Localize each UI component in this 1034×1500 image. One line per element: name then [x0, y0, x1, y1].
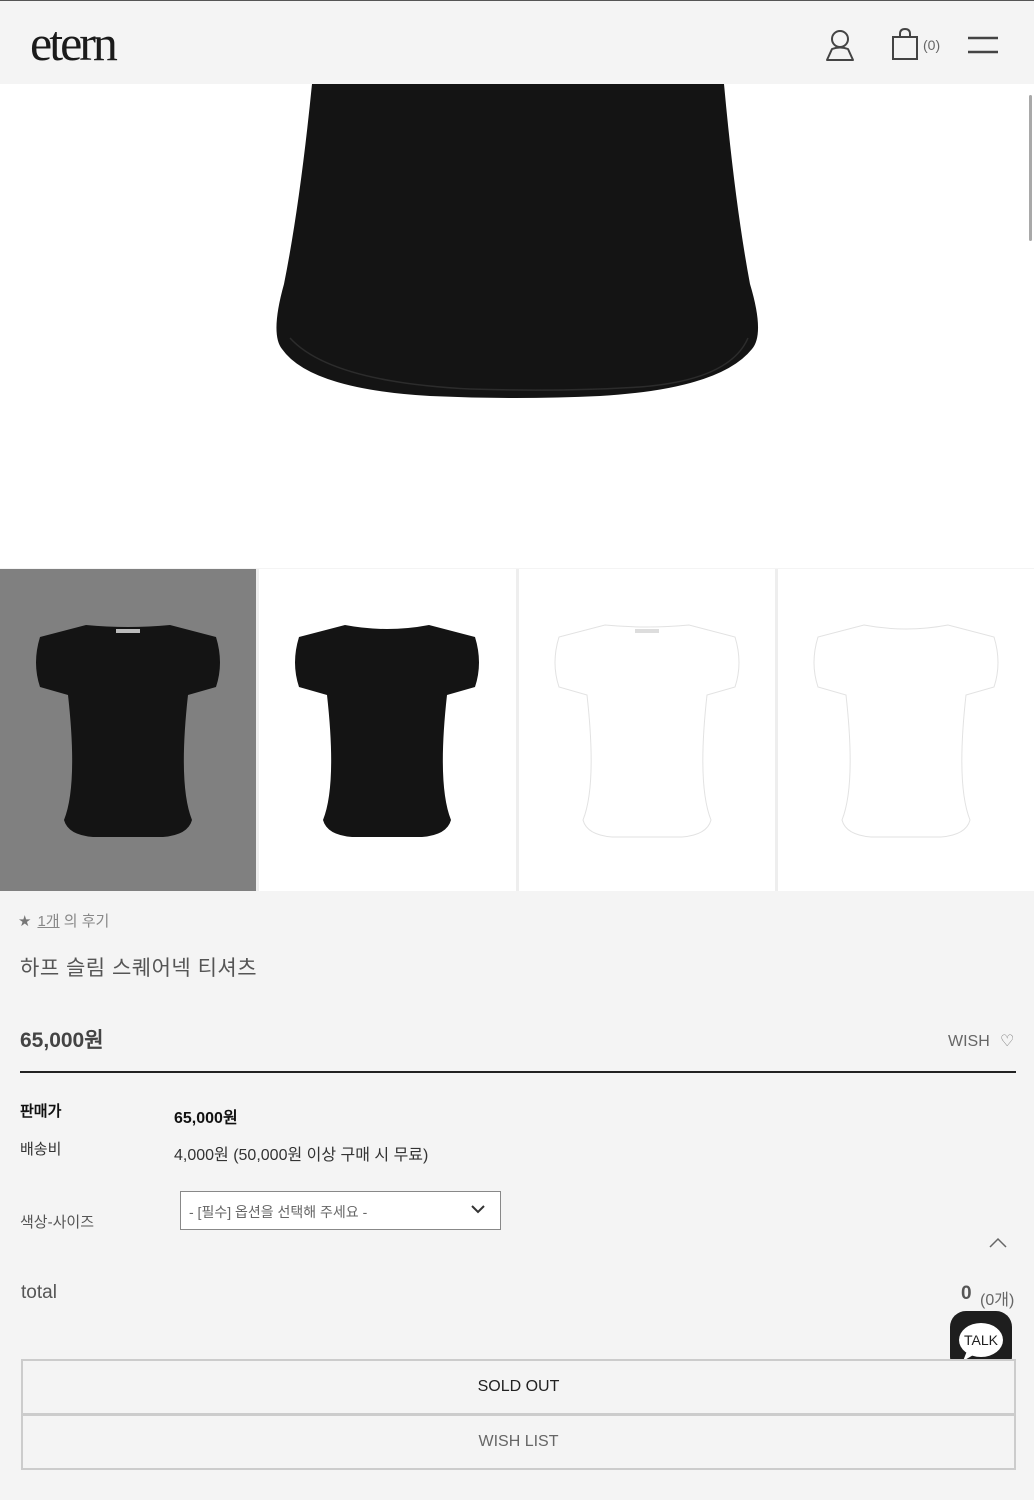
total-amount: 0 — [961, 1283, 972, 1304]
page-scrollbar[interactable] — [1029, 95, 1032, 241]
brand-logo[interactable]: etern — [30, 15, 118, 71]
review-count-link[interactable]: 1개 — [37, 913, 59, 930]
sale-price-value: 65,000원 — [174, 1110, 238, 1127]
chevron-up-icon[interactable] — [988, 1235, 1008, 1256]
thumbnail-gallery — [0, 569, 1034, 891]
sale-price-label: 판매가 — [20, 1103, 62, 1120]
sold-out-button[interactable]: SOLD OUT — [21, 1359, 1016, 1415]
section-divider — [20, 1071, 1016, 1073]
user-icon[interactable] — [822, 27, 858, 68]
total-label: total — [21, 1282, 57, 1303]
talk-label: TALK — [964, 1332, 999, 1348]
site-header: etern (0) — [0, 0, 1034, 84]
thumbnail-white-front[interactable] — [518, 569, 775, 891]
option-select[interactable]: - [필수] 옵션을 선택해 주세요 - — [180, 1191, 501, 1230]
thumbnail-white-back[interactable] — [777, 569, 1034, 891]
heart-icon[interactable]: ♡ — [1000, 1031, 1014, 1051]
star-icon: ★ — [18, 913, 32, 930]
product-title: 하프 슬림 스퀘어넥 티셔츠 — [20, 957, 258, 980]
product-main-image[interactable] — [0, 84, 1034, 568]
thumbnail-black-back[interactable] — [259, 569, 516, 891]
shipping-label: 배송비 — [20, 1141, 62, 1158]
product-price: 65,000원 — [20, 1029, 104, 1052]
chevron-down-icon — [470, 1201, 486, 1220]
thumbnail-black-front[interactable] — [0, 569, 257, 891]
review-summary: ★ 1개 의 후기 — [18, 910, 109, 931]
bag-count[interactable]: (0) — [923, 37, 940, 53]
wish-list-button[interactable]: WISH LIST — [21, 1414, 1016, 1470]
wish-link[interactable]: WISH — [948, 1033, 990, 1051]
shopping-bag-icon[interactable] — [890, 27, 922, 68]
shipping-value: 4,000원 (50,000원 이상 구매 시 무료) — [174, 1147, 429, 1164]
option-select-value: - [필수] 옵션을 선택해 주세요 - — [189, 1204, 368, 1220]
total-quantity: (0개) — [980, 1292, 1015, 1309]
review-suffix: 의 후기 — [59, 913, 110, 930]
hamburger-menu-icon[interactable] — [966, 35, 1000, 60]
option-label: 색상-사이즈 — [20, 1214, 94, 1231]
